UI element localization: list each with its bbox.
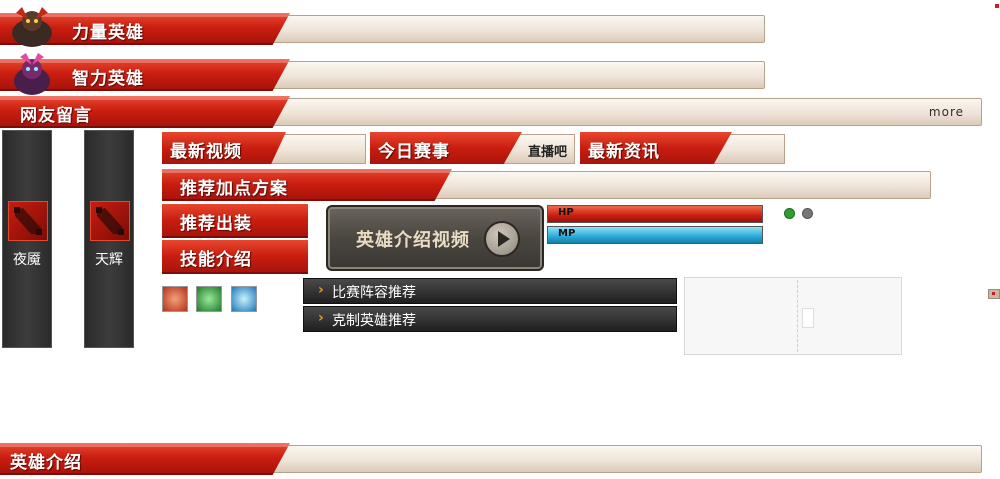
skill-nature-icon[interactable] [196,286,222,312]
tab-latest-video[interactable]: 最新视频 [162,132,366,164]
recommend-items-button[interactable]: 推荐出装 [162,204,308,238]
counter-heroes-link[interactable]: › 克制英雄推荐 [303,306,677,332]
panel-placeholder [802,308,814,328]
section-title: 力量英雄 [72,23,144,43]
section-title: 英雄介绍 [10,453,82,473]
video-button-label: 英雄介绍视频 [356,230,470,251]
match-lineup-link[interactable]: › 比赛阵容推荐 [303,278,677,304]
faction-label: 夜魇 [13,252,41,268]
dota-logo-icon [90,201,130,241]
section-title: 网友留言 [20,106,92,126]
comments-bar: 网友留言 more [0,96,982,128]
tab-title: 最新视频 [170,142,242,162]
scroll-arrow-icon[interactable] [988,289,1000,299]
section-title: 智力英雄 [72,69,144,89]
tab-title: 今日赛事 [378,142,450,162]
button-title: 技能介绍 [180,250,252,270]
info-panel [684,277,902,355]
strength-hero-avatar [6,3,52,47]
tab-today-match[interactable]: 今日赛事 直播吧 [370,132,575,164]
skills-button[interactable]: 技能介绍 [162,240,308,274]
hero-intro-video-button[interactable]: 英雄介绍视频 [326,205,544,271]
play-icon [484,221,520,257]
recommend-points-bar[interactable]: 推荐加点方案 [162,169,931,201]
hero-intro-bar: 英雄介绍 [0,443,982,475]
chevron-right-icon: › [318,310,324,326]
chevron-right-icon: › [318,282,324,298]
link-label: 克制英雄推荐 [332,313,416,329]
section-title: 推荐加点方案 [180,179,288,199]
slide-dot-active[interactable] [784,208,795,219]
hp-bar: HP [547,205,763,223]
live-link[interactable]: 直播吧 [528,141,567,160]
tab-title: 最新资讯 [588,142,660,162]
tab-latest-news[interactable]: 最新资讯 [580,132,785,164]
panel-divider [797,280,798,352]
hp-label: HP [558,207,574,218]
mp-label: MP [558,228,576,239]
faction-radiant-tile[interactable]: 天辉 [84,130,134,348]
skill-frost-icon[interactable] [231,286,257,312]
mp-bar: MP [547,226,763,244]
faction-label: 天辉 [95,252,123,268]
intelligence-heroes-bar[interactable]: 智力英雄 [0,53,765,95]
faction-dire-tile[interactable]: 夜魇 [2,130,52,348]
button-title: 推荐出装 [180,214,252,234]
skill-fist-icon[interactable] [162,286,188,312]
intelligence-hero-avatar [6,51,52,95]
corner-marker [995,4,999,8]
more-link[interactable]: more [929,105,964,119]
strength-heroes-bar[interactable]: 力量英雄 [0,7,765,47]
slide-dot[interactable] [802,208,813,219]
dota-logo-icon [8,201,48,241]
link-label: 比赛阵容推荐 [332,285,416,301]
